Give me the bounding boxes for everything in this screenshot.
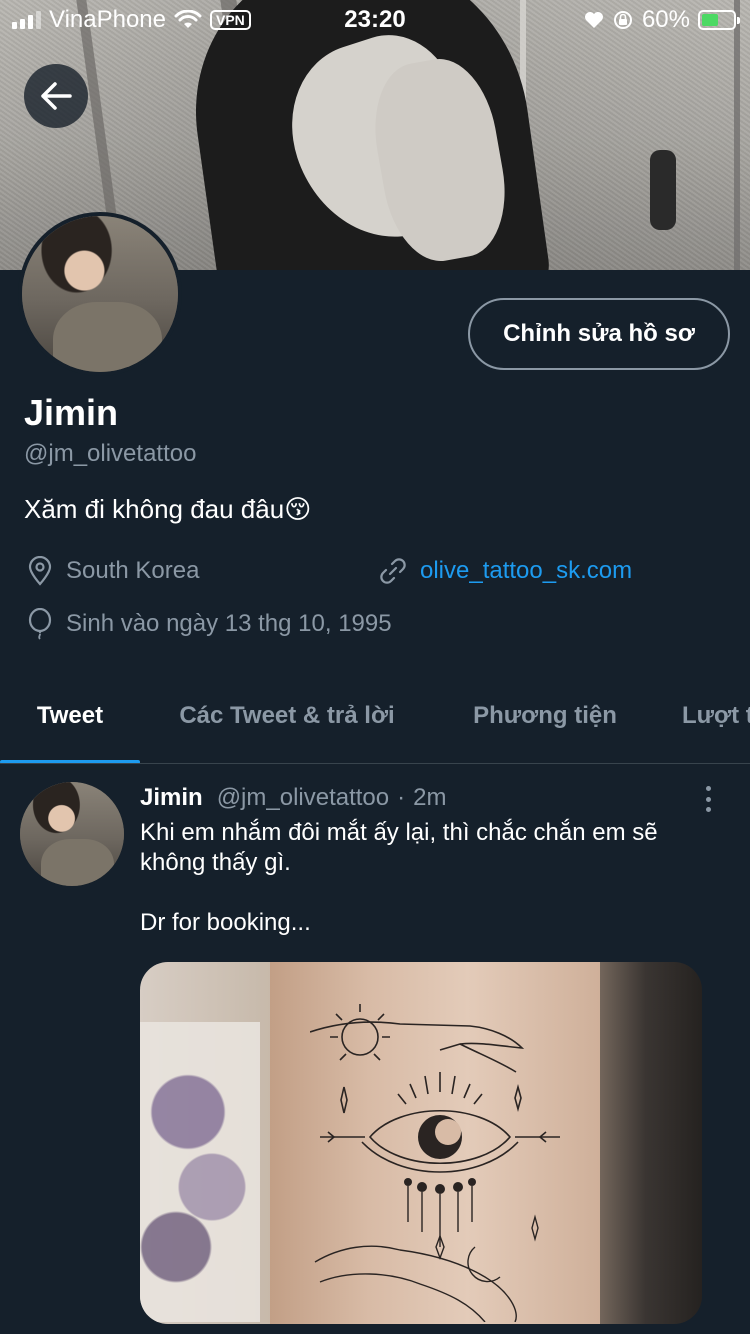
- website-link[interactable]: olive_tattoo_sk.com: [420, 557, 632, 585]
- tweet-separator: ·: [397, 784, 406, 811]
- tab-label: Tweet: [36, 702, 104, 729]
- tab-label: Các Tweet & trả lời: [179, 702, 395, 729]
- more-vertical-icon: [705, 786, 711, 791]
- battery-percent: 60%: [641, 6, 690, 33]
- arrow-left-icon: [41, 82, 72, 110]
- banner-door-panel: [520, 0, 740, 270]
- battery-icon: [698, 10, 740, 30]
- profile-website[interactable]: olive_tattoo_sk.com: [378, 556, 632, 586]
- tweet-timestamp[interactable]: 2m: [413, 784, 446, 812]
- tweet-author-name[interactable]: Jimin: [140, 784, 203, 812]
- profile-location: South Korea: [26, 556, 199, 586]
- tab-label: Phương tiện: [473, 702, 617, 729]
- banner-door-knob: [650, 150, 676, 230]
- status-bar: VinaPhone VPN 23:20 60%: [0, 0, 750, 40]
- profile-birthday: Sinh vào ngày 13 thg 10, 1995: [26, 608, 392, 640]
- tab-media[interactable]: Phương tiện: [434, 668, 656, 764]
- tabs-divider: [0, 763, 750, 764]
- tattoo-illustration: [310, 1004, 560, 1322]
- profile-bio: Xăm đi không đau đâu😚: [24, 494, 312, 524]
- tab-tweets-and-replies[interactable]: Các Tweet & trả lời: [140, 668, 434, 764]
- tweet-more-button[interactable]: [696, 784, 720, 814]
- profile-tabs: Tweet Các Tweet & trả lời Phương tiện Lư…: [0, 668, 750, 764]
- tab-tweets[interactable]: Tweet: [0, 668, 140, 764]
- tweet-author-handle[interactable]: @jm_olivetattoo: [217, 784, 389, 812]
- tweet-text: Khi em nhắm đôi mắt ấy lại, thì chắc chắ…: [140, 819, 658, 936]
- tab-label: Lượt thích: [682, 702, 750, 729]
- location-text: South Korea: [66, 557, 200, 584]
- orientation-lock-icon: [613, 11, 632, 29]
- tweet-media-image[interactable]: [140, 962, 702, 1324]
- profile-avatar[interactable]: [18, 212, 182, 376]
- tweet-avatar-image: [20, 782, 124, 886]
- edit-profile-button[interactable]: Chỉnh sửa hồ sơ: [468, 298, 730, 370]
- tweet-avatar[interactable]: [20, 782, 124, 886]
- tab-likes[interactable]: Lượt thích: [656, 668, 750, 764]
- link-icon: [380, 558, 406, 584]
- location-pin-icon: [28, 556, 52, 586]
- profile-display-name: Jimin: [24, 392, 119, 433]
- tweet-header: Jimin @jm_olivetattoo · 2m: [140, 784, 446, 812]
- back-button[interactable]: [24, 64, 88, 128]
- avatar-image: [22, 216, 178, 372]
- heart-icon: [584, 12, 603, 28]
- profile-handle: @jm_olivetattoo: [24, 440, 197, 467]
- birthday-text: Sinh vào ngày 13 thg 10, 1995: [66, 610, 392, 637]
- media-flowers: [140, 1022, 260, 1322]
- balloon-icon: [28, 608, 52, 640]
